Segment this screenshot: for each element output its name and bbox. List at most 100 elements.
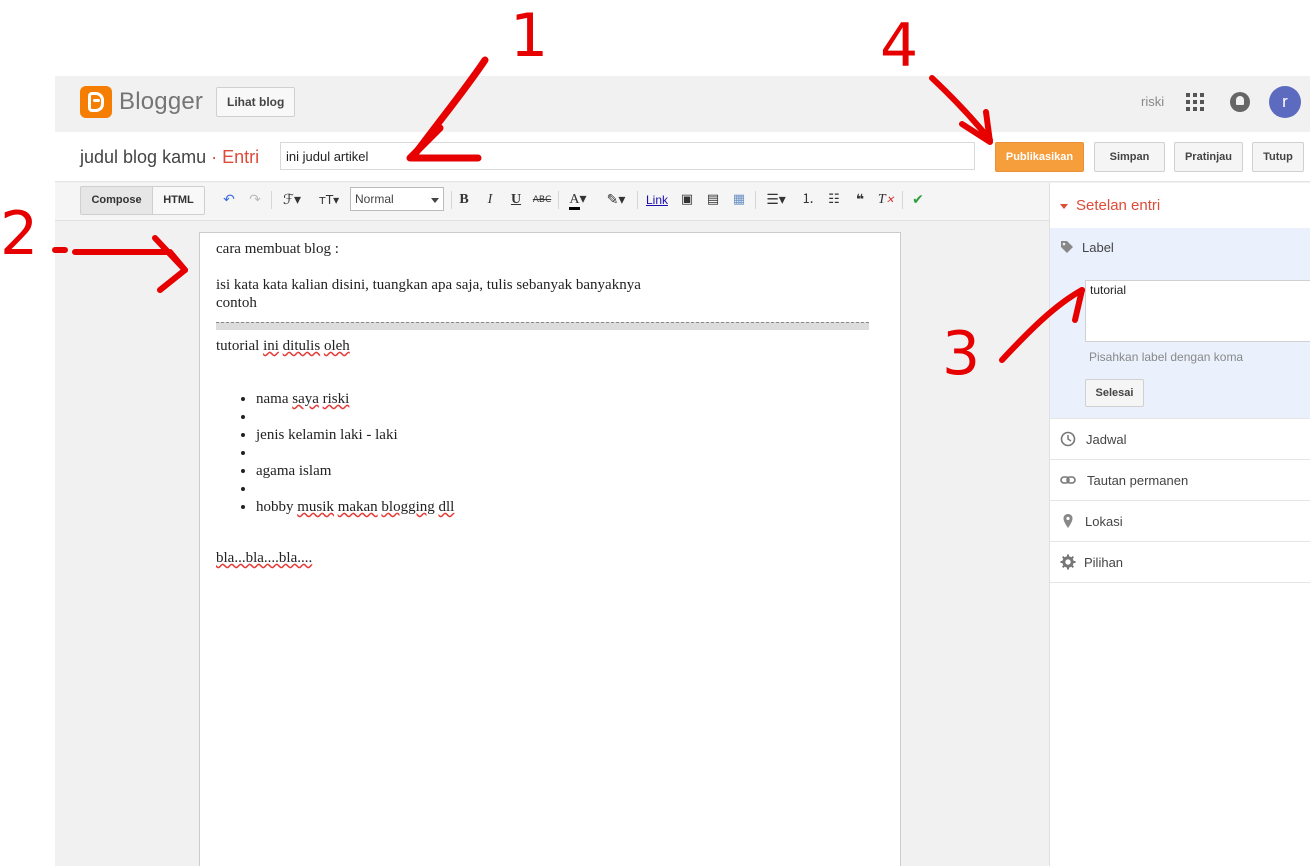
numbered-list-icon[interactable]: ⒈ [798, 191, 818, 209]
tab-compose[interactable]: Compose [80, 186, 153, 215]
annotation-number-4: 4 [880, 11, 918, 81]
toolbar-divider [271, 191, 272, 209]
link-button[interactable]: Link [644, 191, 670, 209]
list-item [256, 408, 454, 426]
text-run: tutorial [216, 338, 264, 354]
text-color-icon[interactable]: A▾ [564, 191, 592, 210]
preview-button[interactable]: Pratinjau [1174, 142, 1243, 172]
section-name: Entri [222, 147, 260, 167]
toolbar-divider [755, 191, 756, 209]
clock-icon [1060, 431, 1076, 447]
list-item: jenis kelamin laki - laki [256, 426, 454, 444]
toolbar-divider [902, 191, 903, 209]
insert-image-icon[interactable]: ▣ [677, 191, 697, 209]
avatar[interactable]: r [1269, 86, 1301, 118]
redo-icon[interactable]: ↷ [246, 191, 264, 209]
save-button[interactable]: Simpan [1094, 142, 1165, 172]
blogger-logo-icon[interactable] [80, 86, 112, 118]
toolbar-divider [451, 191, 452, 209]
text-run: oleh [323, 338, 350, 354]
italic-icon[interactable]: I [481, 191, 499, 209]
insert-video-icon[interactable]: ▤ [703, 191, 723, 209]
editor-area: cara membuat blog : isi kata kata kalian… [55, 222, 1049, 866]
breadcrumb: judul blog kamu · Entri [80, 147, 259, 168]
body-line: tutorial ini ditulis oleh [216, 338, 350, 355]
bold-icon[interactable]: B [455, 191, 473, 209]
sidebar-item-schedule[interactable]: Jadwal [1050, 418, 1310, 459]
text-run: riski [322, 391, 350, 407]
list-item [256, 480, 454, 498]
bullet-list-icon[interactable]: ☷ [824, 191, 844, 209]
toolbar-divider [637, 191, 638, 209]
annotation-number-2: 2 [0, 199, 38, 269]
quote-icon[interactable]: ❝ [850, 191, 870, 209]
list-item: agama islam [256, 462, 454, 480]
location-icon [1063, 514, 1073, 528]
text-run: musik [297, 499, 334, 515]
format-select[interactable]: Normal [350, 187, 444, 211]
list-item [256, 444, 454, 462]
label-input[interactable]: tutorial [1085, 280, 1310, 342]
text-run: dll [438, 499, 455, 515]
highlight-color-icon[interactable]: ✎▾ [602, 191, 630, 209]
logo-text[interactable]: Blogger [119, 88, 203, 116]
sidebar-item-options[interactable]: Pilihan [1050, 541, 1310, 583]
jump-break-divider [216, 322, 869, 330]
done-button[interactable]: Selesai [1085, 379, 1144, 407]
body-line: cara membuat blog : [216, 241, 339, 257]
username: riski [1141, 94, 1165, 109]
post-settings-title: Setelan entri [1076, 197, 1161, 214]
post-title-input[interactable] [280, 142, 975, 170]
undo-icon[interactable]: ↶ [220, 191, 238, 209]
strikethrough-icon[interactable]: ABC [532, 191, 552, 209]
body-line: contoh [216, 295, 257, 311]
view-blog-button[interactable]: Lihat blog [216, 87, 296, 117]
label-title: Label [1082, 240, 1114, 255]
breadcrumb-separator: · [211, 147, 218, 167]
bullet-list: nama saya riski jenis kelamin laki - lak… [256, 390, 454, 516]
text-run: blogging [381, 499, 435, 515]
blogger-editor: Blogger Lihat blog riski r judul blog ka… [55, 76, 1310, 866]
text-run: hobby [256, 499, 298, 515]
label-heading[interactable]: Label [1060, 240, 1114, 255]
text-run: ditulis [282, 338, 321, 354]
blog-name: judul blog kamu [80, 147, 207, 167]
sidebar-item-location[interactable]: Lokasi [1050, 500, 1310, 541]
link-icon [1060, 476, 1076, 484]
underline-icon[interactable]: U [507, 191, 525, 209]
font-size-icon[interactable]: тT▾ [313, 191, 345, 209]
sidebar-item-label: Jadwal [1086, 432, 1127, 447]
jump-break-icon[interactable]: ▦ [729, 191, 749, 209]
label-panel: Label tutorial Pisahkan label dengan kom… [1050, 228, 1310, 418]
text-run: saya [292, 391, 319, 407]
sidebar-item-label: Lokasi [1085, 514, 1123, 529]
post-title-bar: judul blog kamu · Entri Publikasikan Sim… [55, 132, 1310, 182]
format-select-value: Normal [355, 192, 394, 206]
sidebar-item-label: Pilihan [1084, 555, 1124, 570]
label-hint: Pisahkan label dengan koma [1089, 350, 1244, 364]
sidebar-item-permalink[interactable]: Tautan permanen [1050, 459, 1310, 500]
font-family-icon[interactable]: ℱ▾ [277, 191, 307, 209]
post-settings-heading[interactable]: Setelan entri [1060, 197, 1160, 214]
list-item: nama saya riski [256, 390, 454, 408]
tab-html[interactable]: HTML [152, 186, 205, 215]
body-line: bla...bla....bla.... [216, 550, 313, 566]
editor-toolbar: Compose HTML ↶ ↷ ℱ▾ тT▾ Normal B I U ABC… [55, 183, 1049, 221]
post-settings-sidebar: Setelan entri Label tutorial Pisahkan la… [1049, 183, 1310, 866]
post-body-editor[interactable]: cara membuat blog : isi kata kata kalian… [199, 232, 901, 866]
tag-icon [1061, 241, 1073, 253]
apps-grid-icon[interactable] [1186, 93, 1204, 111]
spellcheck-icon[interactable]: ✔ [908, 191, 928, 209]
text-run: makan [337, 499, 378, 515]
notification-bell-icon[interactable] [1230, 92, 1250, 112]
annotation-number-1: 1 [510, 1, 548, 71]
align-icon[interactable]: ☰▾ [761, 191, 791, 209]
publish-button[interactable]: Publikasikan [995, 142, 1084, 172]
body-line: isi kata kata kalian disini, tuangkan ap… [216, 277, 641, 293]
top-bar: Blogger Lihat blog riski r [55, 76, 1310, 132]
toolbar-divider [558, 191, 559, 209]
close-button[interactable]: Tutup [1252, 142, 1304, 172]
remove-formatting-icon[interactable]: T✕ [876, 191, 896, 209]
list-item: hobby musik makan blogging dll [256, 498, 454, 516]
sidebar-item-label: Tautan permanen [1087, 473, 1189, 488]
